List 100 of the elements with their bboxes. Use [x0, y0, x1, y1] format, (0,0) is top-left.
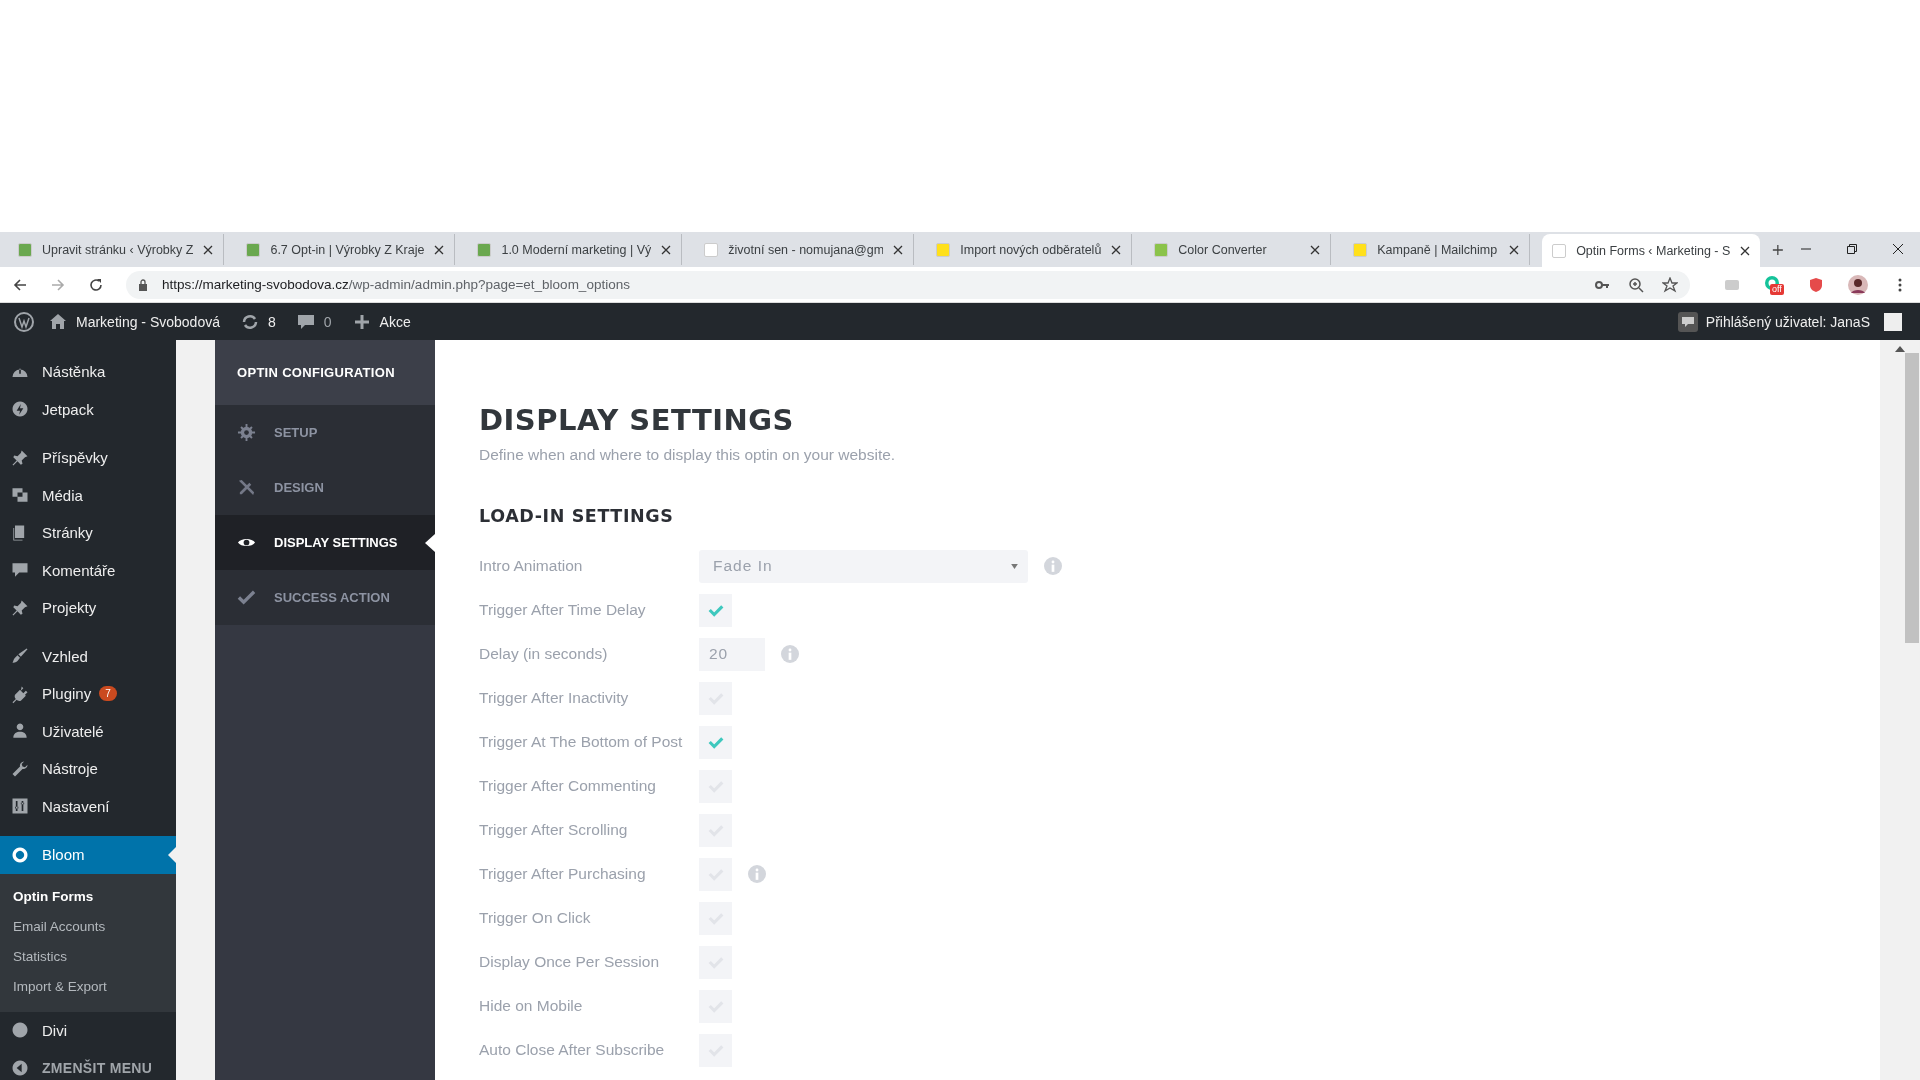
submenu-item[interactable]: Statistics [0, 941, 176, 972]
home-icon [48, 311, 68, 332]
gear-icon [237, 423, 256, 442]
favicon-icon [18, 242, 32, 257]
close-icon[interactable] [1892, 243, 1904, 255]
close-icon[interactable] [1740, 245, 1751, 256]
browser-tab[interactable]: Color Converter [1144, 234, 1332, 265]
favicon-icon [246, 242, 261, 257]
current-pointer [425, 534, 435, 552]
nav-item[interactable]: DISPLAY SETTINGS [215, 515, 435, 570]
checkbox[interactable] [699, 901, 732, 935]
avatar-icon[interactable] [1848, 274, 1868, 295]
favicon-icon [1154, 242, 1169, 257]
restore-icon[interactable] [1846, 243, 1858, 255]
browser-tab[interactable]: Kampaně | Mailchimp [1343, 234, 1531, 265]
browser-tab[interactable]: Import nových odběratelů [926, 234, 1133, 265]
menu-item[interactable]: Média [0, 476, 176, 514]
menu-item[interactable]: Uživatelé [0, 712, 176, 750]
settings-icon [10, 796, 30, 817]
close-icon[interactable] [893, 244, 904, 255]
submenu-item[interactable]: Email Accounts [0, 911, 176, 942]
setting-label: Trigger After Scrolling [479, 821, 629, 839]
menu-item[interactable]: Pluginy 7 [0, 675, 176, 713]
reload-icon[interactable] [88, 276, 104, 293]
user-greeting[interactable]: Přihlášený uživatel: JanaS [1705, 313, 1870, 330]
browser-tab[interactable]: 1.0 Moderní marketing | Vý [467, 234, 683, 265]
setting-label: Display Once Per Session [479, 953, 661, 971]
setting-label: Delay (in seconds) [479, 645, 609, 663]
menu-item[interactable]: Nástěnka [0, 353, 176, 391]
checkbox[interactable] [699, 769, 732, 803]
close-icon[interactable] [203, 244, 214, 255]
update-badge: 7 [99, 686, 117, 702]
address-bar[interactable]: https://marketing-svobodova.cz/wp-admin/admin.php?page=et_bloom_options [126, 270, 1690, 299]
submenu-item[interactable]: Optin Forms [0, 881, 176, 912]
setting-label: Intro Animation [479, 557, 584, 575]
new-tab-icon[interactable] [1772, 243, 1784, 257]
nav-item[interactable]: SUCCESS ACTION [215, 570, 435, 625]
menu-item[interactable]: Jetpack [0, 390, 176, 428]
comments-count[interactable]: 0 [323, 313, 332, 330]
star-icon[interactable] [1662, 276, 1678, 293]
menu-item[interactable]: ZMENŠIT MENU [0, 1049, 176, 1080]
close-icon[interactable] [1310, 244, 1321, 255]
browser-tab[interactable]: Optin Forms ‹ Marketing - S [1542, 234, 1761, 267]
setting-label: Hide on Mobile [479, 997, 584, 1015]
favicon-icon [1552, 243, 1567, 258]
avatar-icon [1884, 312, 1902, 331]
menu-item[interactable]: Projekty [0, 589, 176, 627]
checkbox[interactable] [699, 813, 732, 847]
favicon-icon [477, 242, 492, 257]
close-icon[interactable] [1509, 244, 1520, 255]
close-icon[interactable] [434, 244, 445, 255]
checkbox[interactable] [699, 989, 732, 1023]
checkbox[interactable] [699, 725, 732, 759]
lock-icon [138, 278, 148, 291]
setting-label: Trigger After Commenting [479, 777, 657, 795]
setting-label: Trigger After Inactivity [479, 689, 630, 707]
updates-count[interactable]: 8 [267, 313, 276, 330]
setting-label: Trigger On Click [479, 909, 592, 927]
menu-item[interactable]: Divi [0, 1011, 176, 1049]
browser-tab[interactable]: životní sen - nomujana@gm [694, 234, 915, 265]
favicon-icon [1353, 242, 1368, 257]
checkbox[interactable] [699, 681, 732, 715]
menu-item[interactable]: Bloom [0, 836, 176, 874]
favicon-icon [936, 242, 951, 257]
panel-title: OPTIN CONFIGURATION [215, 340, 435, 405]
zoom-icon[interactable] [1628, 276, 1644, 293]
back-icon[interactable] [12, 276, 28, 293]
submenu-item[interactable]: Import & Export [0, 971, 176, 1002]
menu-item[interactable]: Nástroje [0, 750, 176, 788]
off-badge: off [1770, 283, 1784, 295]
checkbox[interactable] [699, 945, 732, 979]
page-description: Define when and where to display this optin on your website. [479, 446, 897, 464]
menu-item[interactable]: Vzhled [0, 637, 176, 675]
setting-label: Auto Close After Subscribe [479, 1041, 666, 1059]
browser-tab[interactable]: Upravit stránku ‹ Výrobky Z [8, 234, 225, 265]
wordpress-logo-icon[interactable] [14, 311, 34, 332]
scrollbar-thumb[interactable] [1905, 353, 1919, 643]
menu-item[interactable]: Komentáře [0, 551, 176, 589]
checkbox[interactable] [699, 593, 732, 627]
setting-label: Trigger After Time Delay [479, 601, 647, 619]
scroll-up-icon[interactable] [1895, 344, 1905, 352]
close-icon[interactable] [1111, 244, 1122, 255]
menu-item[interactable]: Příspěvky [0, 439, 176, 477]
menu-item[interactable]: Stránky [0, 514, 176, 552]
new-menu-link[interactable]: Akce [379, 313, 411, 330]
caret-icon [1011, 563, 1018, 569]
browser-tab[interactable]: 6.7 Opt-in | Výrobky Z Kraje [236, 234, 456, 265]
menu-item[interactable]: Nastavení [0, 787, 176, 825]
section-title: LOAD-IN SETTINGS [479, 506, 675, 526]
setting-label: Trigger At The Bottom of Post [479, 733, 684, 751]
page-title: DISPLAY SETTINGS [479, 402, 795, 438]
site-name-link[interactable]: Marketing - Svobodová [76, 313, 220, 330]
nav-item[interactable]: SETUP [215, 405, 435, 460]
checkbox[interactable] [699, 1033, 732, 1067]
chat-icon[interactable] [1677, 311, 1698, 332]
close-icon[interactable] [661, 244, 672, 255]
shield-icon[interactable] [1808, 276, 1824, 293]
checkbox[interactable] [699, 857, 732, 891]
nav-item[interactable]: DESIGN [215, 460, 435, 515]
setting-label: Trigger After Purchasing [479, 865, 647, 883]
